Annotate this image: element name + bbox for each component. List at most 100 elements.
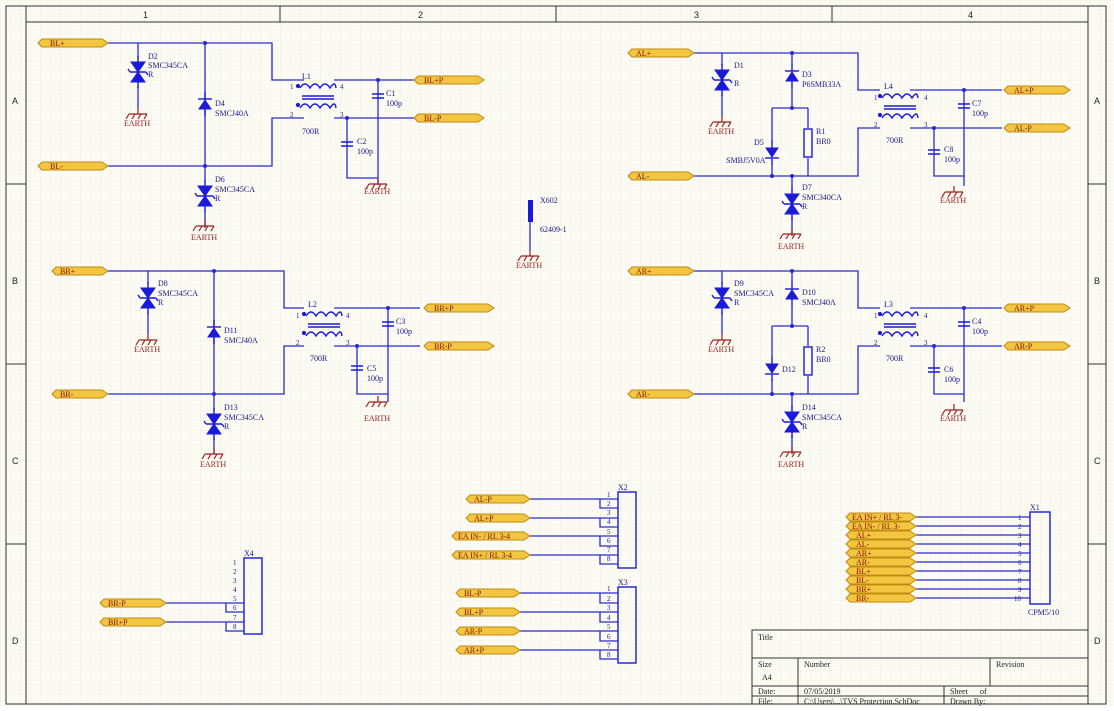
port-x1-al-minus: AL- — [845, 539, 917, 549]
svg-text:3: 3 — [924, 339, 928, 347]
d9-suffix: R — [734, 298, 740, 307]
drawn-by-label: Drawn By: — [950, 697, 985, 706]
x602-value: 62409-1 — [540, 225, 567, 234]
d3-value: P6SMB33A — [802, 80, 841, 89]
c5-ref: C5 — [367, 364, 376, 373]
zone-row-d: D — [12, 636, 19, 646]
svg-text:6: 6 — [1018, 559, 1022, 567]
c4-value: 100p — [972, 327, 988, 336]
svg-text:AR-: AR- — [856, 558, 870, 567]
svg-text:1: 1 — [296, 312, 300, 320]
earth-label: EARTH — [191, 233, 217, 242]
d2-value: SMC345CA — [148, 61, 188, 70]
c2-ref: C2 — [357, 137, 366, 146]
zone-col-2: 2 — [418, 10, 423, 20]
port-x1-br-minus: BR- — [845, 593, 917, 603]
svg-text:BL+P: BL+P — [424, 76, 444, 85]
port-x1-ea-in-minus: EA IN- / RL 3- — [845, 521, 917, 531]
d9-value: SMC345CA — [734, 289, 774, 298]
svg-text:4: 4 — [233, 586, 237, 594]
size-label: Size — [758, 660, 772, 669]
svg-text:5: 5 — [607, 623, 611, 631]
x1-ref: X1 — [1030, 503, 1040, 512]
d8-value: SMC345CA — [158, 289, 198, 298]
c7-ref: C7 — [972, 99, 981, 108]
svg-text:BL+: BL+ — [856, 567, 871, 576]
port-x1-ar-minus: AR- — [845, 557, 917, 567]
port-x3-bl-plus-p: BL+P — [455, 607, 521, 617]
c6-ref: C6 — [944, 365, 953, 374]
svg-text:1: 1 — [874, 312, 878, 320]
svg-text:BL-P: BL-P — [464, 589, 482, 598]
d14-ref: D14 — [802, 403, 816, 412]
c7-value: 100p — [972, 109, 988, 118]
r2-value: BR0 — [816, 355, 831, 364]
svg-text:3: 3 — [346, 339, 350, 347]
svg-text:5: 5 — [1018, 550, 1022, 558]
d3-ref: D3 — [802, 70, 812, 79]
zone-col-3: 3 — [694, 10, 699, 20]
d10-ref: D10 — [802, 288, 816, 297]
svg-text:8: 8 — [1018, 577, 1022, 585]
port-x1-bl-minus: BL- — [845, 575, 917, 585]
svg-text:AR-P: AR-P — [464, 627, 483, 636]
svg-text:BL-: BL- — [856, 576, 869, 585]
svg-text:3: 3 — [1018, 532, 1022, 540]
svg-text:1: 1 — [233, 559, 237, 567]
file-label: File: — [758, 697, 773, 706]
zone-row-a-right: A — [1094, 96, 1100, 106]
earth-label: EARTH — [778, 242, 804, 251]
svg-text:3: 3 — [607, 604, 611, 612]
port-x2-al-minus-p: AL-P — [465, 494, 531, 504]
port-ar-minus-p: AR-P — [1003, 341, 1071, 351]
svg-text:5: 5 — [607, 528, 611, 536]
l1-value: 700R — [302, 127, 320, 136]
svg-text:4: 4 — [924, 94, 928, 102]
port-al-plus-p: AL+P — [1003, 85, 1071, 95]
svg-text:3: 3 — [924, 121, 928, 129]
svg-text:AR-: AR- — [636, 390, 650, 399]
port-br-plus-p: BR+P — [423, 303, 495, 313]
svg-text:6: 6 — [607, 537, 611, 545]
c1-value: 100p — [386, 99, 402, 108]
d6-suffix: R — [215, 194, 221, 203]
d13-value: SMC345CA — [224, 413, 264, 422]
svg-text:BR+: BR+ — [60, 267, 76, 276]
port-x4-br-plus-p: BR+P — [99, 617, 167, 627]
svg-text:BL-P: BL-P — [424, 114, 442, 123]
earth-label: EARTH — [200, 460, 226, 469]
port-x1-br-plus: BR+ — [845, 584, 917, 594]
svg-text:2: 2 — [296, 339, 300, 347]
earth-label: EARTH — [364, 187, 390, 196]
svg-text:2: 2 — [233, 568, 237, 576]
svg-text:3: 3 — [233, 577, 237, 585]
svg-text:7: 7 — [607, 642, 611, 650]
c6-value: 100p — [944, 375, 960, 384]
svg-text:AL-: AL- — [856, 540, 870, 549]
svg-text:BR-: BR- — [60, 390, 74, 399]
earth-label: EARTH — [134, 345, 160, 354]
zone-row-c-right: C — [1094, 456, 1101, 466]
svg-text:BR+: BR+ — [856, 585, 872, 594]
d5-ref: D5 — [754, 138, 764, 147]
svg-text:AL-: AL- — [636, 172, 650, 181]
svg-text:4: 4 — [607, 518, 611, 526]
svg-text:4: 4 — [924, 312, 928, 320]
of-label: of — [980, 687, 987, 696]
d14-value: SMC345CA — [802, 413, 842, 422]
l3-ref: L3 — [884, 300, 893, 309]
port-bl-plus: BL+ — [37, 38, 109, 48]
svg-text:AR+P: AR+P — [1014, 304, 1035, 313]
schematic-sheet: 1 2 3 4 A B C D A B C D BL+ BL- BL+P BL-… — [0, 0, 1114, 706]
x4-ref: X4 — [244, 549, 254, 558]
port-x1-al-plus: AL+ — [845, 530, 917, 540]
port-x2-al-plus-p: AL+P — [465, 513, 531, 523]
port-br-minus: BR- — [51, 389, 109, 399]
svg-text:AL-P: AL-P — [474, 495, 492, 504]
r1-value: BR0 — [816, 137, 831, 146]
d13-suffix: R — [224, 422, 230, 431]
port-br-minus-p: BR-P — [423, 341, 495, 351]
date-label: Date: — [758, 687, 775, 696]
date-value: 07/05/2019 — [804, 687, 840, 696]
sheet-label: Sheet — [950, 687, 969, 696]
